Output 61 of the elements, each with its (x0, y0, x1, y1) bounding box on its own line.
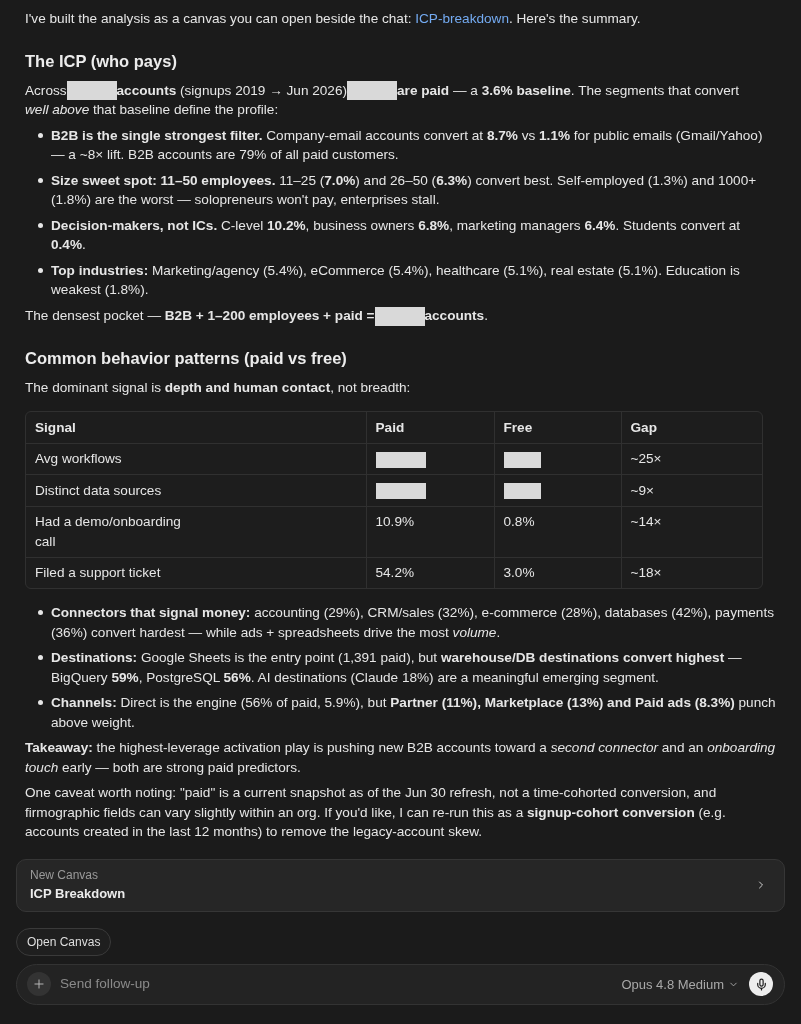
paragraph-text: are paid — a 3.6% baseline. The segments that convert (397, 81, 740, 100)
table-cell: Filed a support ticket (26, 557, 366, 589)
table-cell: ~25× (621, 443, 762, 475)
microphone-button[interactable] (749, 972, 773, 997)
paragraph-text: well above that baseline define the profile: (25, 101, 279, 120)
bullet-icon (38, 132, 43, 138)
table-cell: 0.8% (494, 506, 621, 558)
bullet-icon (38, 177, 43, 183)
bullet-text: Destinations: Google Sheets is the entry point (1,391 paid), but warehouse/DB destinations convert highest — BigQuery 59%, PostgreSQL 56%. AI destinations (Claude 18%) are a meaningful emerging segment. (51, 649, 743, 687)
plus-icon (32, 977, 46, 992)
canvas-link[interactable]: ICP-breakdown (415, 11, 509, 26)
bullet-icon (38, 655, 43, 661)
message-composer[interactable]: Send follow-up Opus 4.8 Medium (16, 963, 785, 1005)
open-canvas-button[interactable]: Open Canvas (16, 927, 112, 956)
message-input[interactable]: Send follow-up (60, 974, 622, 995)
paragraph-text: accounts. (424, 306, 488, 325)
table-cell: 3.0% (494, 557, 621, 589)
bullet-icon (38, 222, 43, 228)
redaction-bar (375, 451, 426, 468)
bullet-icon (38, 610, 43, 616)
canvas-card[interactable]: New Canvas ICP Breakdown (16, 858, 785, 912)
canvas-label: New Canvas (30, 867, 100, 885)
bullet-text: Connectors that signal money: accounting (29%), CRM/sales (32%), e-commerce (28%), databases (42%), payments (36%) convert hardest — while ads + spreadsheets drive the most volume. (51, 604, 775, 642)
bullet-icon (38, 700, 43, 706)
table-cell: Avg workflows (26, 443, 366, 475)
column-header: Gap (621, 412, 762, 444)
bullet-text: Decision-makers, not ICs. C-level 10.2%, business owners 6.8%, marketing managers 6.4%. Students convert at 0.4%. (51, 216, 742, 255)
table-cell: ~9× (621, 474, 762, 507)
paragraph-text: Across (25, 81, 67, 100)
redaction-bar (503, 451, 541, 468)
section-heading: The ICP (who pays) (25, 50, 178, 72)
bullet-text: B2B is the single strongest filter. Company-email accounts convert at 8.7% vs 1.1% for public emails (Gmail/Yahoo) — a ~8× lift. B2B accounts are 79% of all paid customers. (51, 126, 764, 165)
intro-text: I've built the analysis as a canvas you can open beside the chat: ICP-breakdown. Here's the summary. (25, 10, 642, 28)
paragraph-text: The densest pocket — B2B + 1–200 employees + paid = (25, 306, 375, 325)
table-cell: Distinct data sources (26, 474, 366, 507)
table-cell: Had a demo/onboarding call (26, 506, 366, 558)
model-selector[interactable]: Opus 4.8 Medium (621, 974, 739, 995)
bullet-text: Channels: Direct is the engine (56% of paid, 5.9%), but Partner (11%), Marketplace (13%) and Paid ads (8.3%) punch above weight. (51, 694, 776, 732)
column-header: Free (494, 412, 621, 444)
table-cell: 10.9% (366, 506, 494, 558)
section-heading: Common behavior patterns (paid vs free) (25, 347, 348, 369)
column-header: Signal (26, 412, 366, 444)
redaction-bar (374, 306, 425, 326)
table-cell: 54.2% (366, 557, 494, 589)
redaction-bar (66, 81, 117, 101)
paragraph-text: One caveat worth noting: "paid" is a current snapshot as of the Jun 30 refresh, not a time-cohorted conversion, and firmographic fields can vary slightly within an org. If you'd like, I can re-run this as a signup-cohort conversion (e.g. accounts created in the last 12 months) to remove the legacy-account skew. (25, 784, 727, 842)
bullet-text: Top industries: Marketing/agency (5.4%), eCommerce (5.4%), healthcare (5.1%), real estate (5.1%). Education is weakest (1.8%). (51, 261, 741, 300)
table-cell: ~14× (621, 506, 762, 558)
column-header: Paid (366, 412, 494, 444)
microphone-icon (754, 977, 768, 991)
bullet-text: Size sweet spot: 11–50 employees. 11–25 (7.0%) and 26–50 (6.3%) convert best. Self-employed (1.3%) and 1000+ (1.8%) are the worst — solopreneurs won't pay, enterprises stall. (51, 171, 758, 210)
paragraph-text: accounts (signups 2019 → Jun 2026) (116, 81, 348, 100)
paragraph-text: The dominant signal is depth and human contact, not breadth: (25, 378, 412, 397)
canvas-title: ICP Breakdown (30, 885, 126, 904)
redaction-bar (347, 81, 398, 101)
paragraph-text: Takeaway: the highest-leverage activation play is pushing new B2B accounts toward a second connector and an onboarding touch early — both are strong paid predictors. (25, 739, 776, 777)
table-cell: ~18× (621, 557, 762, 589)
redaction-bar (375, 483, 426, 500)
bullet-icon (38, 267, 43, 273)
redaction-bar (503, 483, 541, 500)
add-button[interactable] (27, 972, 51, 997)
